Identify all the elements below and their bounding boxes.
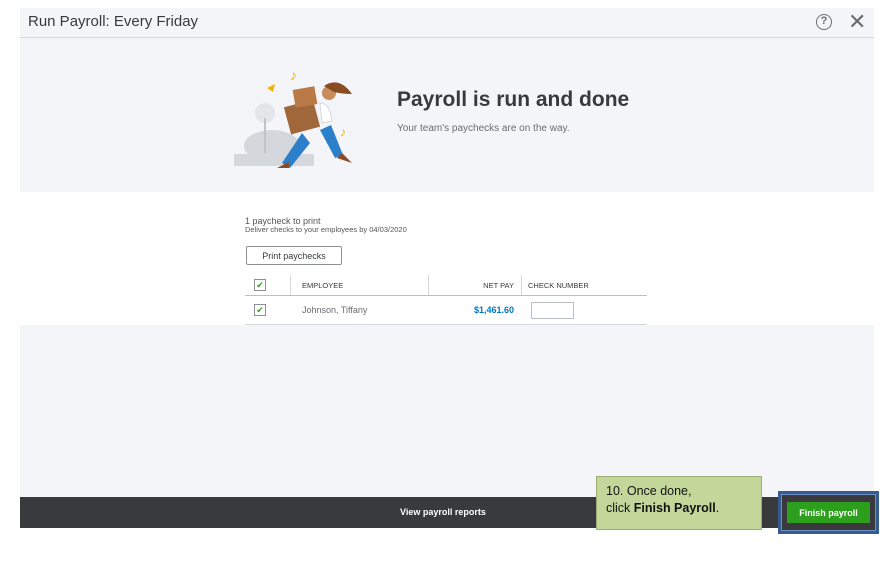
column-divider (290, 275, 291, 295)
row-checkbox[interactable]: ✔ (254, 304, 266, 316)
svg-text:♪: ♪ (340, 125, 346, 139)
payroll-done-illustration: ♪ ♪ (234, 67, 352, 168)
title-bar: Run Payroll: Every Friday ? ✕ (20, 8, 874, 38)
select-all-checkbox[interactable]: ✔ (254, 279, 266, 291)
success-hero: ♪ ♪ Payroll is run and done Your team's … (20, 38, 874, 192)
paychecks-table: ✔ EMPLOYEE NET PAY CHECK NUMBER ✔ Johnso… (245, 275, 647, 325)
finish-payroll-button[interactable]: Finish payroll (787, 502, 870, 523)
check-number-header: CHECK NUMBER (528, 281, 589, 290)
callout-bold-text: Finish Payroll (633, 501, 716, 515)
net-pay-amount[interactable]: $1,461.60 (474, 305, 514, 315)
success-subtext: Your team's paychecks are on the way. (397, 123, 570, 134)
success-heading: Payroll is run and done (397, 88, 630, 111)
column-divider (521, 275, 522, 295)
print-paychecks-button[interactable]: Print paychecks (246, 246, 342, 265)
svg-text:♪: ♪ (290, 67, 297, 83)
dialog-title: Run Payroll: Every Friday (28, 13, 199, 30)
check-number-input[interactable] (531, 302, 574, 319)
view-payroll-reports-link[interactable]: View payroll reports (400, 507, 486, 517)
employee-header: EMPLOYEE (302, 281, 344, 290)
column-divider (428, 275, 429, 295)
deliver-date-text: Deliver checks to your employees by 04/0… (245, 225, 407, 234)
print-section: 1 paycheck to print Deliver checks to yo… (20, 192, 874, 325)
table-header: ✔ EMPLOYEE NET PAY CHECK NUMBER (245, 275, 647, 296)
table-row: ✔ Johnson, Tiffany $1,461.60 (245, 296, 647, 325)
callout-step: 10. Once done, (606, 484, 692, 498)
net-pay-header: NET PAY (483, 281, 514, 290)
callout-text: . (715, 501, 720, 515)
instruction-callout: 10. Once done, click Finish Payroll. (596, 476, 762, 530)
employee-name: Johnson, Tiffany (302, 305, 368, 315)
run-payroll-dialog: Run Payroll: Every Friday ? ✕ ♪ ♪ Payrol… (20, 8, 874, 528)
finish-button-highlight: Finish payroll (778, 491, 879, 534)
callout-text: click (606, 501, 634, 515)
callout-action: click Finish Payroll. (606, 500, 752, 517)
close-icon[interactable]: ✕ (848, 9, 866, 35)
help-icon[interactable]: ? (816, 14, 832, 30)
